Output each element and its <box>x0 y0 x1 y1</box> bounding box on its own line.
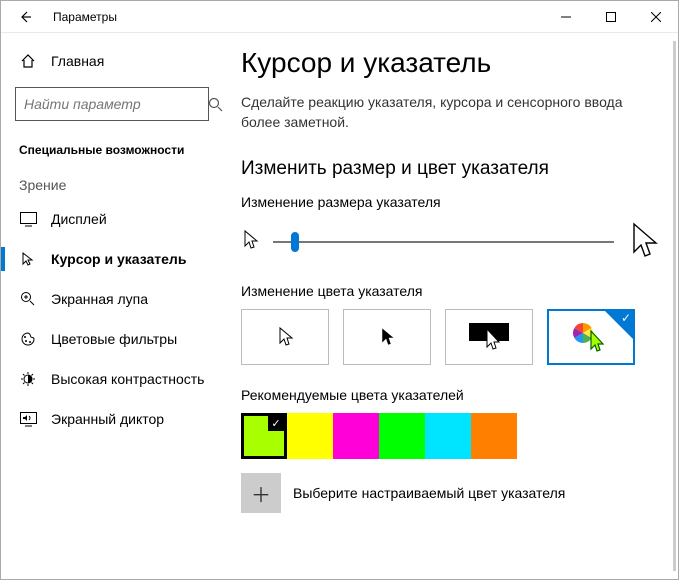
page-title: Курсор и указатель <box>241 47 660 79</box>
section-heading: Изменить размер и цвет указателя <box>241 158 660 180</box>
group-title: Зрение <box>1 163 223 199</box>
sidebar: Главная Специальные возможности Зрение Д… <box>1 33 223 579</box>
swatch-4[interactable] <box>425 413 471 459</box>
pointer-color-custom[interactable] <box>547 309 635 365</box>
swatch-3[interactable] <box>379 413 425 459</box>
sidebar-item-display[interactable]: Дисплей <box>1 199 223 239</box>
scrollbar[interactable] <box>673 41 676 571</box>
cursor-icon <box>19 250 37 268</box>
swatch-1[interactable] <box>287 413 333 459</box>
home-label: Главная <box>51 53 104 69</box>
main-content: Курсор и указатель Сделайте реакцию указ… <box>223 33 678 579</box>
color-label: Изменение цвета указателя <box>241 283 660 299</box>
search-icon <box>206 95 224 113</box>
titlebar: Параметры <box>1 1 678 33</box>
pointer-size-slider[interactable] <box>273 232 614 252</box>
swatch-5[interactable] <box>471 413 517 459</box>
magnifier-icon <box>19 290 37 308</box>
pointer-color-white[interactable] <box>241 309 329 365</box>
page-description: Сделайте реакцию указателя, курсора и се… <box>241 93 660 132</box>
sidebar-item-label: Высокая контрастность <box>51 371 204 387</box>
display-icon <box>19 210 37 228</box>
category-title: Специальные возможности <box>1 133 223 163</box>
narrator-icon <box>19 410 37 428</box>
swatches-row <box>241 413 660 459</box>
recommended-label: Рекомендуемые цвета указателей <box>241 387 660 403</box>
sidebar-item-magnifier[interactable]: Экранная лупа <box>1 279 223 319</box>
contrast-icon <box>19 370 37 388</box>
home-icon <box>19 52 37 70</box>
search-box[interactable] <box>15 87 209 121</box>
sidebar-item-label: Экранный диктор <box>51 411 164 427</box>
sidebar-item-label: Экранная лупа <box>51 291 148 307</box>
custom-color-label: Выберите настраиваемый цвет указателя <box>293 485 565 501</box>
minimize-button[interactable] <box>543 1 588 33</box>
size-label: Изменение размера указателя <box>241 194 660 210</box>
sidebar-item-label: Курсор и указатель <box>51 251 186 267</box>
slider-thumb[interactable] <box>291 232 299 252</box>
swatch-0[interactable] <box>241 413 287 459</box>
back-button[interactable] <box>1 1 49 33</box>
custom-color-button[interactable]: ＋ <box>241 473 281 513</box>
pointer-color-black[interactable] <box>343 309 431 365</box>
close-button[interactable] <box>633 1 678 33</box>
sidebar-item-narrator[interactable]: Экранный диктор <box>1 399 223 439</box>
swatch-2[interactable] <box>333 413 379 459</box>
sidebar-item-label: Цветовые фильтры <box>51 331 177 347</box>
sidebar-item-color-filters[interactable]: Цветовые фильтры <box>1 319 223 359</box>
sidebar-item-high-contrast[interactable]: Высокая контрастность <box>1 359 223 399</box>
small-cursor-icon <box>241 228 259 255</box>
window-title: Параметры <box>49 10 543 24</box>
search-input[interactable] <box>24 96 206 112</box>
sidebar-item-cursor[interactable]: Курсор и указатель <box>1 239 223 279</box>
sidebar-item-label: Дисплей <box>51 211 107 227</box>
palette-icon <box>19 330 37 348</box>
home-link[interactable]: Главная <box>1 41 223 81</box>
maximize-button[interactable] <box>588 1 633 33</box>
large-cursor-icon <box>628 220 660 263</box>
pointer-color-inverted[interactable] <box>445 309 533 365</box>
